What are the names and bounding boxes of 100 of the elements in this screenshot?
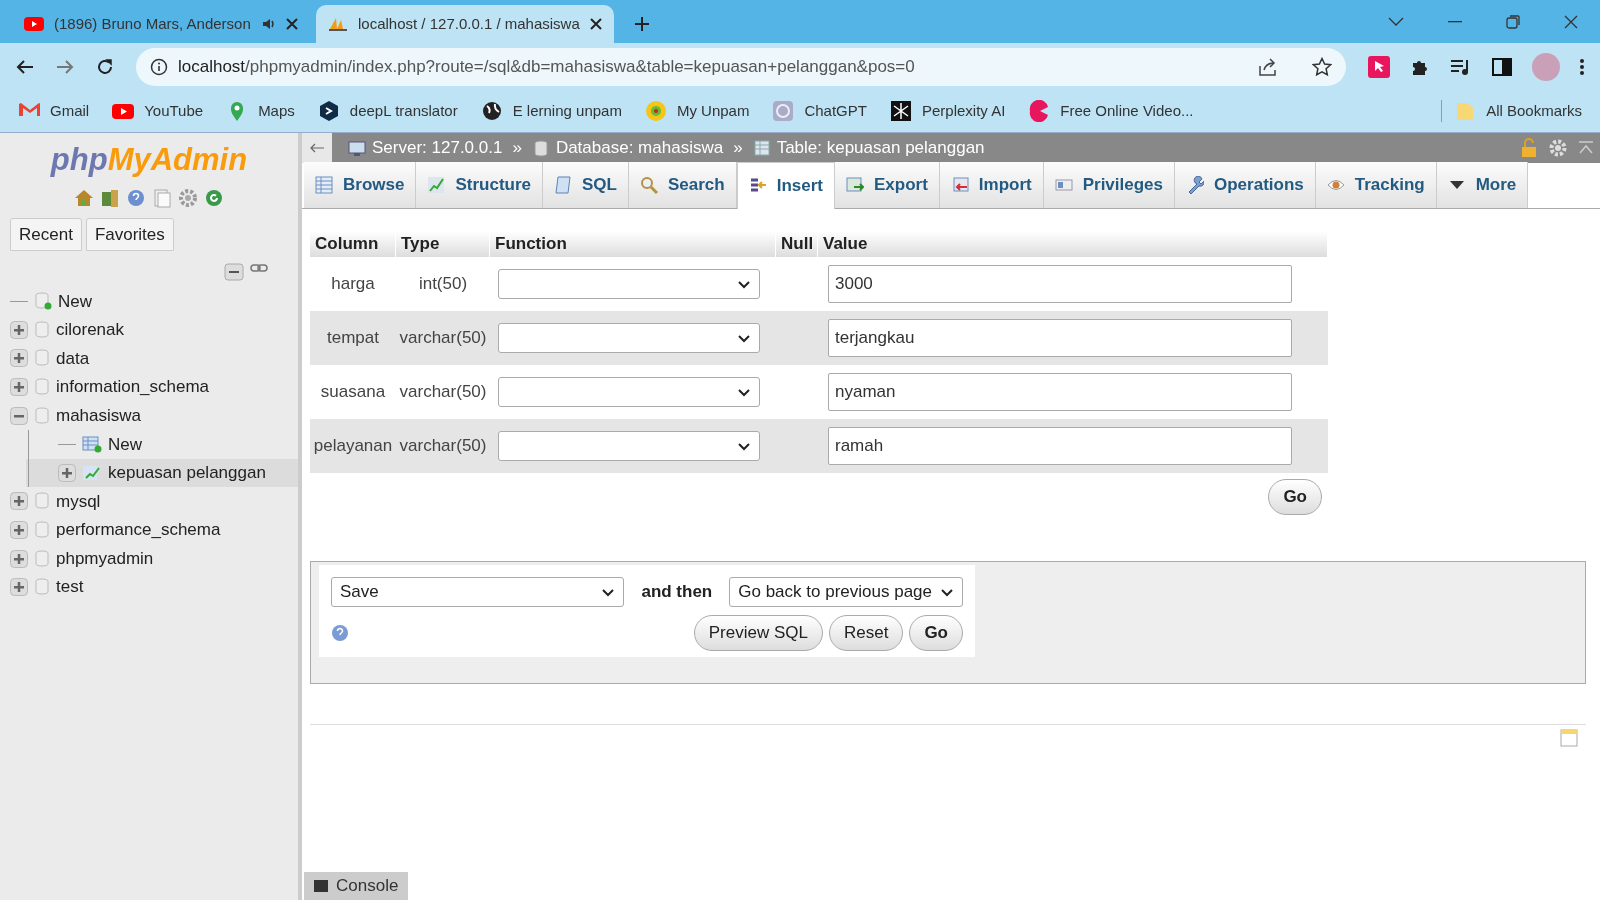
breadcrumb-link[interactable]: Table: kepuasan pelanggan [752,135,985,161]
star-icon[interactable] [1312,56,1332,77]
nav-tab[interactable]: More [1436,162,1529,208]
cursor-icon[interactable] [1368,55,1390,78]
table-icon [752,139,771,157]
hexagon-logo-icon [317,100,340,122]
bookmark[interactable]: E lerning unpam [480,99,622,123]
share-icon[interactable] [1258,57,1278,76]
menu-icon[interactable] [1580,57,1584,76]
column-header: Column [310,231,396,257]
go-button[interactable]: Go [1268,479,1322,515]
tree-item[interactable]: mysql [56,488,101,515]
bookmark[interactable]: deepL translator [317,99,458,123]
chevron-down-icon [737,279,751,289]
new-tab-icon[interactable] [634,16,650,32]
column-name: pelayanan [312,435,394,458]
action-button[interactable]: Reset [828,615,904,651]
value-input[interactable]: 3000 [828,265,1292,303]
tree-item[interactable]: cilorenak [56,317,125,343]
link-icon[interactable] [250,263,268,273]
export-icon [845,176,864,194]
value-input[interactable]: ramah [828,427,1292,465]
nav-tab[interactable]: Browse [304,162,417,208]
value-input[interactable]: terjangkau [828,319,1292,357]
breadcrumb-link[interactable]: Database: mahasiswa [531,135,724,161]
wrench-icon [1186,176,1204,194]
expand-icon[interactable] [10,578,28,597]
nav-tab[interactable]: Export [834,162,940,208]
play-icon [24,17,44,31]
browser-tab[interactable]: (1896) Bruno Mars, Anderson [12,5,310,43]
bookmark[interactable]: YouTube [112,99,204,123]
expand-icon[interactable] [10,378,28,397]
collapse-icon[interactable] [224,263,244,281]
database-plus-icon [34,292,52,311]
close-icon[interactable] [286,18,298,30]
nav-tab[interactable]: Insert [736,162,835,209]
after-insert-select[interactable]: Go back to previous page [729,577,963,607]
back-arrow-icon[interactable] [16,58,34,75]
expand-icon[interactable] [10,549,28,568]
tree-item[interactable]: New [108,431,142,457]
forward-arrow-icon[interactable] [56,58,74,75]
monitor-icon [348,139,366,157]
breadcrumb-link[interactable]: Server: 127.0.0.1 [348,135,503,161]
home-icon[interactable] [74,187,94,208]
bookmark[interactable]: My Unpam [644,99,750,123]
nav-tab[interactable]: Operations [1175,162,1316,208]
sidebar-tab[interactable]: Favorites [85,217,174,251]
breadcrumb-separator: » [512,137,522,160]
nav-tab[interactable]: Privileges [1043,162,1175,208]
bookmark[interactable]: Maps [226,99,295,123]
expand-icon[interactable] [10,521,28,540]
nav-tab[interactable]: Tracking [1315,162,1437,208]
action-button[interactable]: Go [909,615,963,651]
nav-tab[interactable]: Import [939,162,1044,208]
speaker-icon[interactable] [262,17,276,31]
app-logo[interactable]: phpMyAdmin [0,137,298,184]
tree-item[interactable]: data [56,345,90,372]
expand-icon[interactable] [10,320,28,339]
close-icon[interactable] [590,18,602,30]
table-icon [315,176,333,194]
restore-icon[interactable] [1506,14,1520,29]
chevron-down-icon[interactable] [1388,16,1404,27]
and-then-label: and then [641,581,713,604]
help-icon[interactable] [126,187,146,208]
folder-icon [1456,101,1475,121]
collapse-icon[interactable] [10,406,28,425]
tree-item[interactable]: information_schema [56,374,210,400]
tree-item[interactable]: New [58,288,92,315]
chart-icon [427,176,446,194]
expand-icon[interactable] [58,463,76,482]
tree-item[interactable]: mahasiswa [56,402,142,429]
exit-door-icon[interactable] [100,187,120,208]
bookmark[interactable]: Gmail [18,99,90,123]
address-bar[interactable]: localhost/phpmyadmin/index.php?route=/sql&db=mahasiswa&table=kepuasan+pelanggan&pos=0 [136,47,1346,86]
bookmark[interactable]: Perplexity AI [889,99,1006,123]
browser-tab[interactable]: localhost / 127.0.0.1 / mahasiswa [316,5,614,43]
side-panel-icon[interactable] [1492,57,1512,76]
help-icon[interactable] [331,624,349,642]
all-bookmarks[interactable]: All Bookmarks [1441,99,1582,123]
nav-tab[interactable]: Structure [416,162,543,208]
nav-tab[interactable]: SQL [543,162,629,208]
sidebar-tab[interactable]: Recent [10,217,82,251]
expand-icon[interactable] [10,349,28,368]
minimize-icon[interactable] [1448,20,1462,23]
tree-item[interactable]: performance_schema [56,517,221,543]
nav-tab[interactable]: Search [628,162,737,208]
bookmark[interactable]: ChatGPT [772,99,867,123]
save-mode-select[interactable]: Save [331,577,625,607]
console-tab[interactable]: Console [304,872,409,900]
column-name: harga [330,273,376,296]
action-button[interactable]: Preview SQL [693,615,823,651]
expand-icon[interactable] [10,492,28,511]
bookmark[interactable]: Free Online Video... [1028,99,1194,123]
value-input[interactable]: nyaman [828,373,1292,411]
close-icon[interactable] [1564,14,1578,29]
column-header: Function [490,231,776,257]
tree-item[interactable]: test [56,574,84,600]
table-structure-icon [82,463,102,482]
tree-item[interactable]: phpmyadmin [56,545,154,572]
reload-icon[interactable] [96,57,114,76]
